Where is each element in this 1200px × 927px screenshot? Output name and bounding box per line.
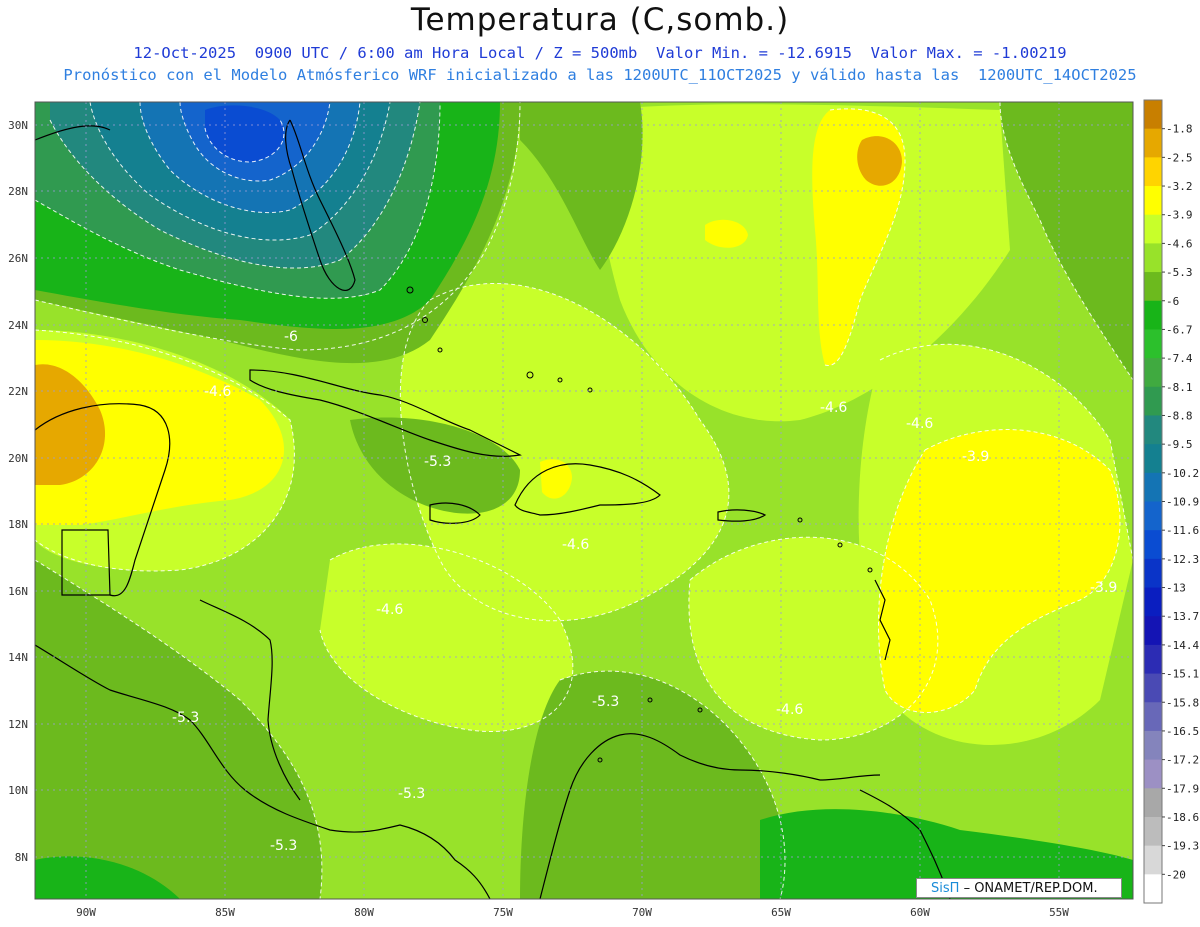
- legend-swatch: [1144, 702, 1162, 732]
- legend-swatch: [1144, 501, 1162, 531]
- contour-label: -5.3: [592, 694, 619, 710]
- legend-label: -10.9: [1166, 496, 1199, 509]
- contour-label: -3.9: [962, 449, 989, 465]
- lon-tick: 85W: [215, 906, 235, 919]
- contour-label: -4.6: [820, 400, 847, 416]
- lon-tick: 90W: [76, 906, 96, 919]
- legend-swatch: [1144, 214, 1162, 244]
- legend-swatch: [1144, 386, 1162, 416]
- legend-label: -17.9: [1166, 782, 1199, 795]
- legend-swatch: [1144, 243, 1162, 273]
- legend-label: -10.2: [1166, 467, 1199, 480]
- legend-swatch: [1144, 616, 1162, 646]
- legend-swatch: [1144, 558, 1162, 589]
- legend-label: -11.6: [1166, 524, 1199, 537]
- organization-text: – ONAMET/REP.DOM.: [963, 881, 1098, 896]
- legend-swatch: [1144, 730, 1162, 761]
- legend-swatch: [1144, 415, 1162, 445]
- lat-tick: 16N: [8, 585, 28, 598]
- contour-label: -4.6: [204, 384, 231, 400]
- lat-tick: 30N: [8, 119, 28, 132]
- longitude-axis: 90W 85W 80W 75W 70W 65W 60W 55W: [76, 906, 1069, 919]
- legend-label: -15.1: [1166, 668, 1199, 681]
- legend-swatch: [1144, 472, 1162, 502]
- legend-label: -9.5: [1166, 438, 1193, 451]
- contour-label: -5.3: [172, 710, 199, 726]
- legend-label: -12.3: [1166, 553, 1199, 566]
- contour-label: -4.6: [562, 537, 589, 553]
- latitude-axis: 30N 28N 26N 24N 22N 20N 18N 16N 14N 12N …: [8, 119, 28, 864]
- lat-tick: 26N: [8, 252, 28, 265]
- contour-label: -5.3: [424, 454, 451, 470]
- lat-tick: 28N: [8, 185, 28, 198]
- credit-box: SisΠ – ONAMET/REP.DOM.: [916, 878, 1122, 898]
- legend-label: -7.4: [1166, 352, 1193, 365]
- legend-swatch: [1144, 128, 1162, 158]
- contour-label: -4.6: [906, 416, 933, 432]
- brand-logo-text: SisΠ: [931, 881, 960, 896]
- legend-swatch: [1144, 272, 1162, 302]
- legend-label: -6: [1166, 295, 1179, 308]
- lat-tick: 20N: [8, 452, 28, 465]
- lat-tick: 8N: [15, 851, 28, 864]
- legend-swatch: [1144, 587, 1162, 617]
- contour-label: -3.9: [1090, 580, 1117, 596]
- legend-swatch: [1144, 100, 1162, 130]
- legend-label: -6.7: [1166, 323, 1193, 336]
- legend-swatch: [1144, 759, 1162, 789]
- lat-tick: 24N: [8, 319, 28, 332]
- legend-label: -8.1: [1166, 381, 1193, 394]
- legend-label: -3.9: [1166, 209, 1193, 222]
- contour-label: -5.3: [398, 786, 425, 802]
- legend-swatch: [1144, 186, 1162, 216]
- legend-swatch: [1144, 673, 1162, 703]
- legend-label: -15.8: [1166, 696, 1199, 709]
- lat-tick: 18N: [8, 518, 28, 531]
- legend-swatch: [1144, 644, 1162, 675]
- lon-tick: 70W: [632, 906, 652, 919]
- legend-label: -17.2: [1166, 754, 1199, 767]
- legend-label: -2.5: [1166, 151, 1193, 164]
- legend-swatch: [1144, 329, 1162, 359]
- legend-label: -1.8: [1166, 123, 1193, 136]
- legend-label: -4.6: [1166, 237, 1193, 250]
- legend-swatch: [1144, 300, 1162, 330]
- lon-tick: 60W: [910, 906, 930, 919]
- shaded-field: -6 -4.6 -4.6 -4.6 -3.9 -5.3 -4.6 -4.6 -3…: [35, 102, 1133, 899]
- contour-label: -4.6: [776, 702, 803, 718]
- legend-swatch: [1144, 157, 1162, 187]
- legend-label: -8.8: [1166, 409, 1193, 422]
- legend-swatch: [1144, 788, 1162, 818]
- legend-label: -13: [1166, 582, 1186, 595]
- contour-label: -6: [284, 329, 298, 345]
- lat-tick: 22N: [8, 385, 28, 398]
- legend-swatch: [1144, 444, 1162, 474]
- lon-tick: 75W: [493, 906, 513, 919]
- lat-tick: 14N: [8, 651, 28, 664]
- legend-label: -18.6: [1166, 811, 1199, 824]
- lon-tick: 80W: [354, 906, 374, 919]
- lat-tick: 10N: [8, 784, 28, 797]
- color-legend: -1.8 -2.5 -3.2 -3.9 -4.6 -5.3 -6 -6.7 -7.4 -8.1 -8…: [1143, 99, 1199, 904]
- legend-label: -13.7: [1166, 610, 1199, 623]
- legend-swatch: [1144, 845, 1162, 875]
- legend-label: -20: [1166, 868, 1186, 881]
- contour-label: -4.6: [376, 602, 403, 618]
- lon-tick: 65W: [771, 906, 791, 919]
- lon-tick: 55W: [1049, 906, 1069, 919]
- legend-label: -16.5: [1166, 725, 1199, 738]
- legend-label: -19.3: [1166, 840, 1199, 853]
- legend-swatch: [1144, 530, 1162, 560]
- legend-label: -3.2: [1166, 180, 1193, 193]
- temperature-map: -6 -4.6 -4.6 -4.6 -3.9 -5.3 -4.6 -4.6 -3…: [8, 99, 1199, 919]
- contour-label: -5.3: [270, 838, 297, 854]
- legend-label: -5.3: [1166, 266, 1193, 279]
- lat-tick: 12N: [8, 718, 28, 731]
- legend-swatch: [1144, 874, 1162, 904]
- legend-swatch: [1144, 358, 1162, 388]
- legend-label: -14.4: [1166, 639, 1199, 652]
- legend-swatch: [1144, 816, 1162, 847]
